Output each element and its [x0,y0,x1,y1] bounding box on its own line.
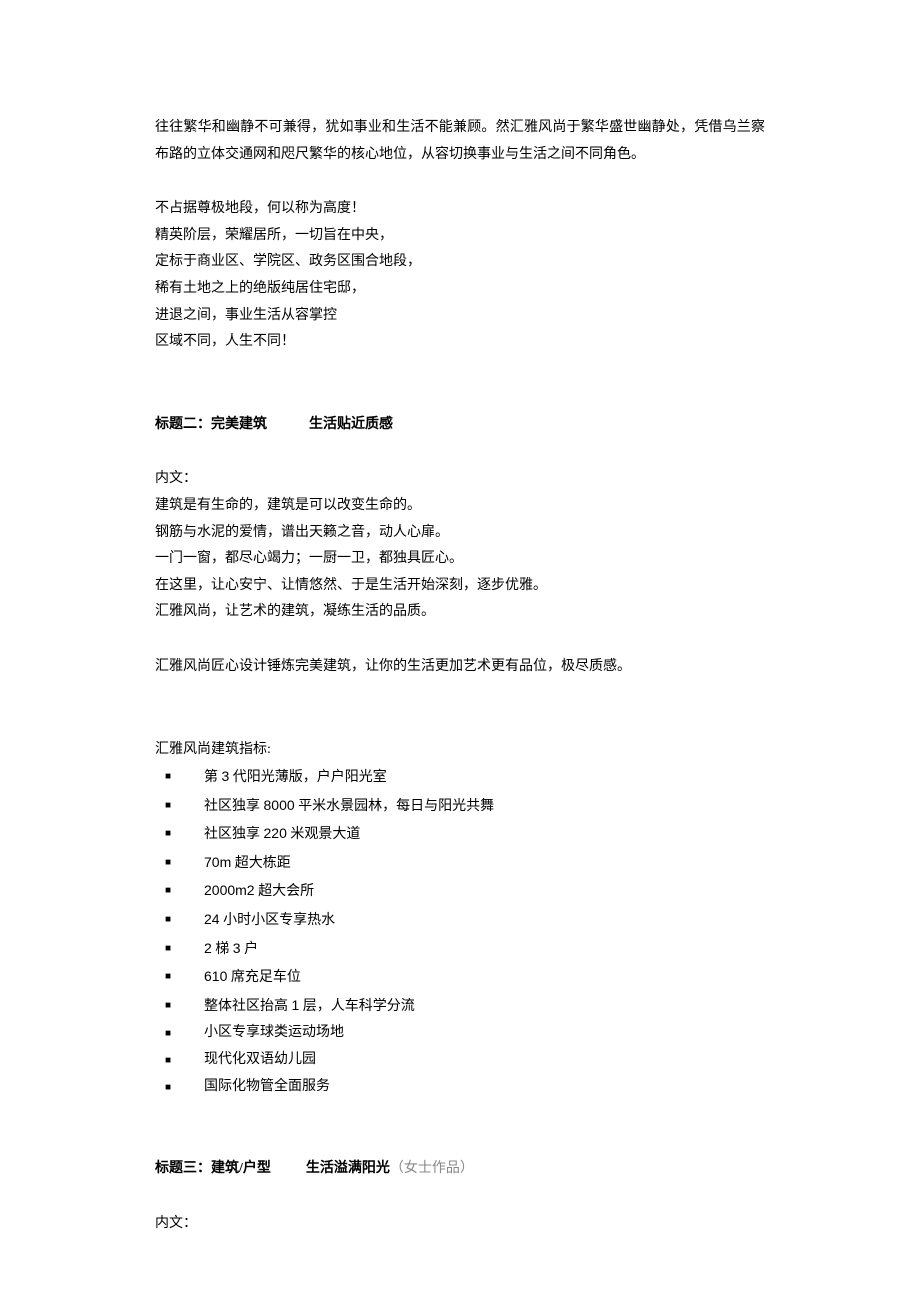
heading-3: 标题三：建筑/户型 生活溢满阳光（女士作品） [155,1156,765,1183]
heading-2-prefix: 标题二：完美建筑 [155,417,267,432]
section-2-lead: 内文： [155,466,765,493]
intro-paragraph-2: 不占据尊极地段，何以称为高度！精英阶层，荣耀居所，一切旨在中央，定标于商业区、学… [155,196,765,356]
list-item: 国际化物管全面服务 [155,1074,765,1101]
list-title: 汇雅风尚建筑指标: [155,737,765,764]
list-item: 社区独享 220 米观景大道 [155,820,765,849]
list-item: 70m 超大栋距 [155,849,765,878]
list-item: 整体社区抬高 1 层，人车科学分流 [155,992,765,1021]
heading-3-note: （女士作品） [390,1161,474,1176]
section-2-line: 钢筋与水泥的爱情，谱出天籁之音，动人心扉。 [155,520,765,547]
intro-p2-line: 稀有土地之上的绝版纯居住宅邸， [155,276,765,303]
intro-p2-line: 进退之间，事业生活从容掌控 [155,303,765,330]
section-2-body: 内文： 建筑是有生命的，建筑是可以改变生命的。钢筋与水泥的爱情，谱出天籁之音，动… [155,466,765,626]
intro-p2-line: 精英阶层，荣耀居所，一切旨在中央， [155,223,765,250]
list-item: 小区专享球类运动场地 [155,1020,765,1047]
section-2-line: 一门一窗，都尽心竭力；一厨一卫，都独具匠心。 [155,546,765,573]
list-item: 2 梯 3 户 [155,935,765,964]
intro-p2-line: 定标于商业区、学院区、政务区围合地段， [155,249,765,276]
heading-2-suffix: 生活贴近质感 [309,417,393,432]
list-item: 社区独享 8000 平米水景园林，每日与阳光共舞 [155,792,765,821]
section-2-line: 在这里，让心安宁、让情悠然、于是生活开始深刻，逐步优雅。 [155,573,765,600]
list-item: 610 席充足车位 [155,963,765,992]
list-item: 2000m2 超大会所 [155,877,765,906]
heading-3-prefix: 标题三：建筑/户型 [155,1161,271,1176]
section-2-line: 建筑是有生命的，建筑是可以改变生命的。 [155,493,765,520]
heading-3-suffix: 生活溢满阳光 [306,1161,390,1176]
intro-paragraph-1: 往往繁华和幽静不可兼得，犹如事业和生活不能兼顾。然汇雅风尚于繁华盛世幽静处，凭借… [155,115,765,168]
section-3-lead: 内文： [155,1211,765,1238]
intro-p2-line: 区域不同，人生不同！ [155,329,765,356]
list-item: 现代化双语幼儿园 [155,1047,765,1074]
building-metrics-list: 第 3 代阳光薄版，户户阳光室社区独享 8000 平米水景园林，每日与阳光共舞社… [155,763,765,1100]
list-item: 24 小时小区专享热水 [155,906,765,935]
list-item: 第 3 代阳光薄版，户户阳光室 [155,763,765,792]
intro-p2-line: 不占据尊极地段，何以称为高度！ [155,196,765,223]
section-2-line: 汇雅风尚，让艺术的建筑，凝练生活的品质。 [155,599,765,626]
section-2-paragraph-2: 汇雅风尚匠心设计锤炼完美建筑，让你的生活更加艺术更有品位，极尽质感。 [155,654,765,681]
heading-2: 标题二：完美建筑 生活贴近质感 [155,412,765,439]
